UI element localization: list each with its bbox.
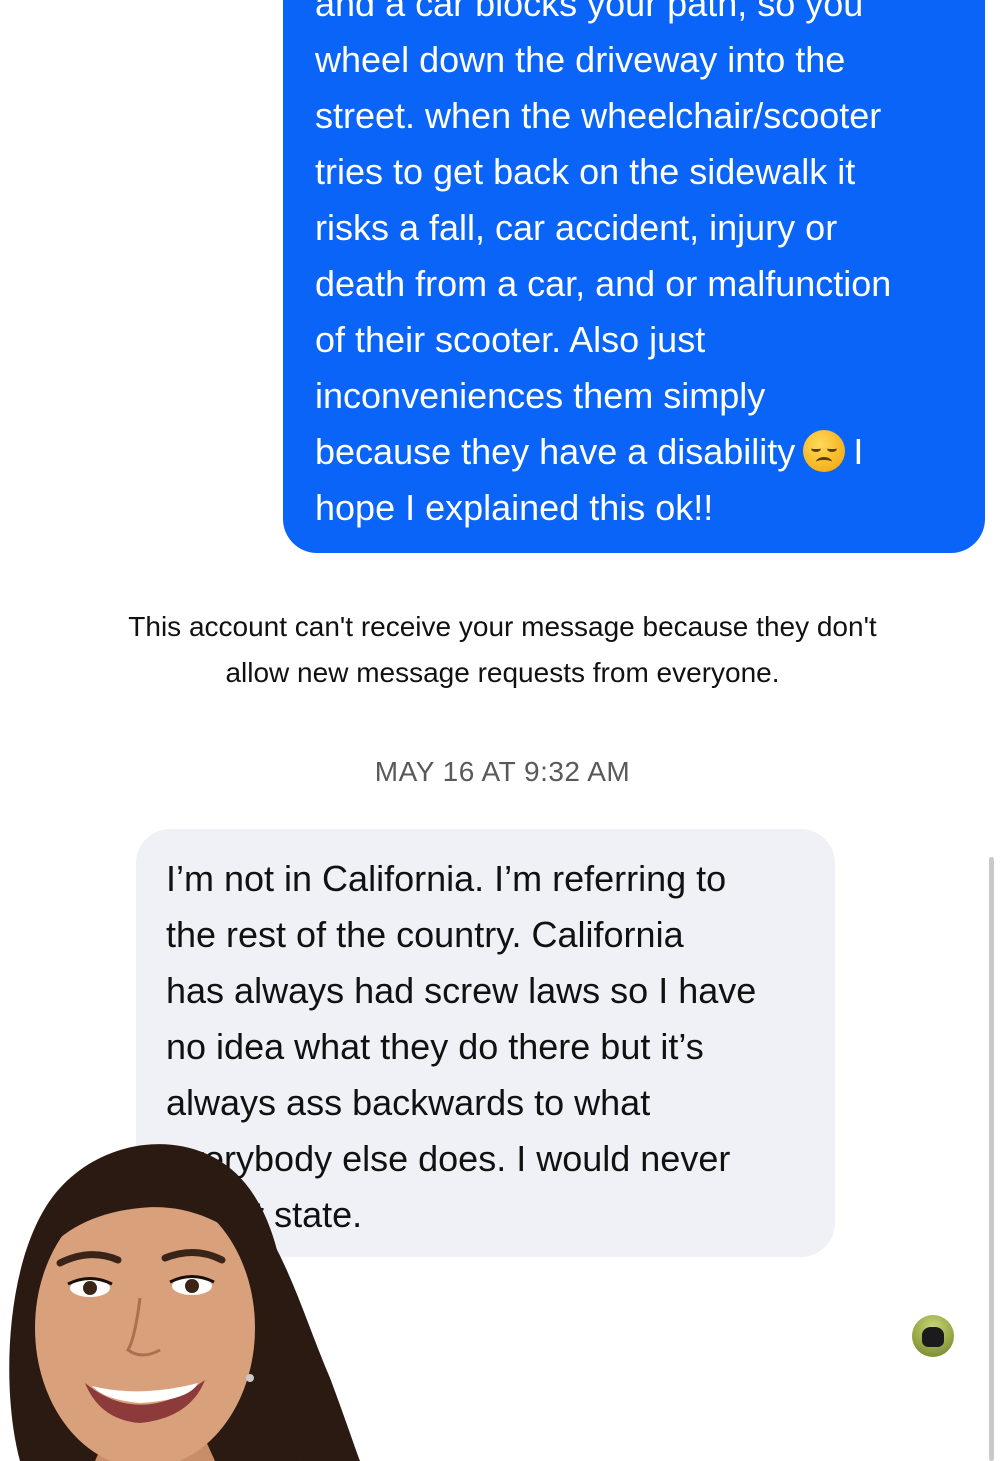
sent-message-line: inconveniences them simply — [315, 375, 766, 416]
sent-message-line: hope I explained this ok!! — [315, 487, 714, 528]
sent-message-bubble[interactable]: and a car blocks your path, so you wheel… — [283, 0, 985, 553]
received-message-line: has always had screw laws so I have — [166, 970, 757, 1011]
message-timestamp: MAY 16 AT 9:32 AM — [374, 756, 631, 787]
sent-message-line: death from a car, and or malfunction — [315, 263, 892, 304]
animal-profile-avatar-icon[interactable] — [912, 1315, 954, 1357]
received-message-line: I’m not in California. I’m referring to — [166, 858, 727, 899]
disappointed-face-icon — [803, 430, 846, 472]
sent-message-text: because they have a disability — [315, 431, 796, 472]
sent-message-text: I — [853, 431, 864, 472]
received-message-line: always ass backwards to what — [166, 1082, 651, 1123]
sent-message-line: of their scooter. Also just — [315, 319, 706, 360]
sent-message-line: risks a fall, car accident, injury or — [315, 207, 838, 248]
presenter-overlay — [0, 1128, 370, 1461]
received-message-line: the rest of the country. California — [166, 914, 684, 955]
presenter-illustration — [9, 1144, 360, 1461]
animal-silhouette — [922, 1327, 944, 1347]
delivery-notice-line-2: allow new message requests from everyone… — [225, 657, 780, 688]
sent-message-line: wheel down the driveway into the — [315, 39, 846, 80]
delivery-notice-line-1: This account can't receive your message … — [128, 611, 877, 642]
sent-message-line: street. when the wheelchair/scooter — [315, 95, 882, 136]
sent-message-line: and a car blocks your path, so you — [315, 0, 864, 24]
scrollbar[interactable] — [989, 857, 994, 1461]
sent-message-line-with-emoji: because they have a disability I — [315, 424, 863, 480]
received-message-line: no idea what they do there but it’s — [166, 1026, 704, 1067]
sent-message-line: tries to get back on the sidewalk it — [315, 151, 856, 192]
